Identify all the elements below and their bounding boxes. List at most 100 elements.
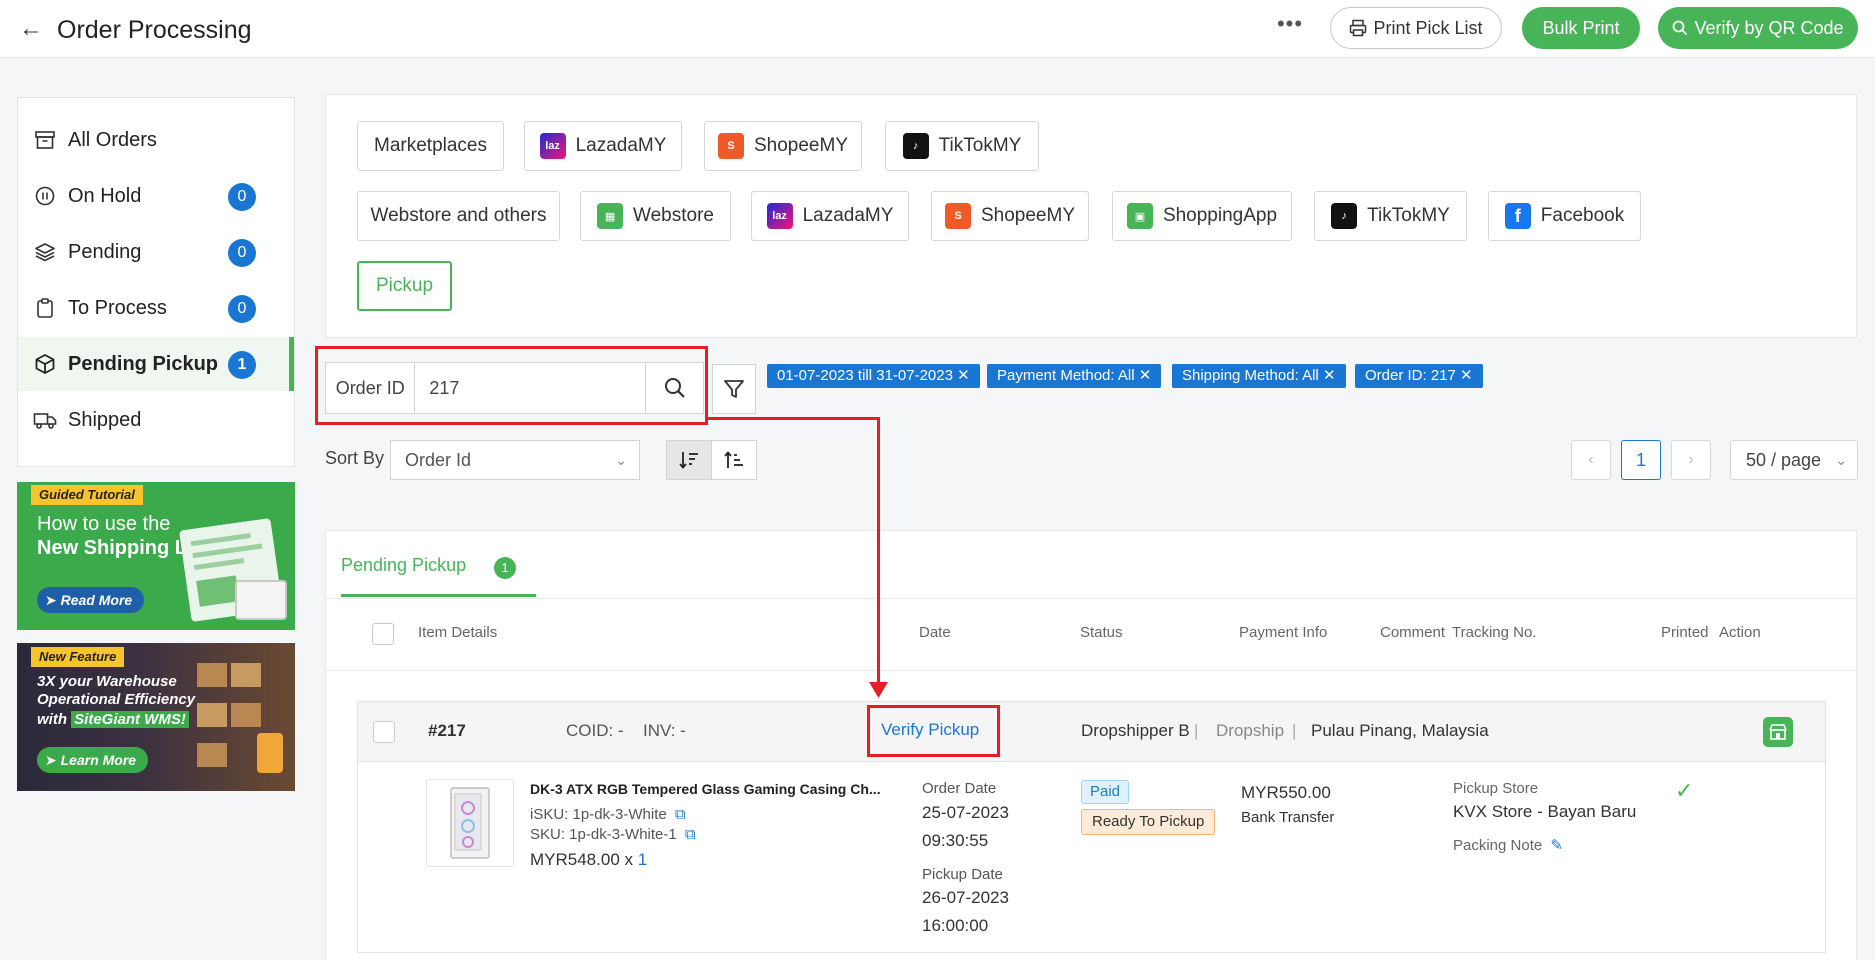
- select-all-checkbox[interactable]: [372, 623, 394, 645]
- shelf-illustration: [197, 653, 287, 783]
- filter-pill-order-id[interactable]: Order ID: 217 ✕: [1355, 364, 1483, 388]
- product-price: MYR548.00 x 1: [530, 850, 647, 870]
- product-name[interactable]: DK-3 ATX RGB Tempered Glass Gaming Casin…: [530, 781, 881, 797]
- column-header-date: Date: [919, 624, 951, 641]
- highlight-box-verify: [867, 705, 1000, 757]
- lazada-logo-icon: laz: [766, 203, 793, 229]
- sidebar-item-on-hold[interactable]: On Hold 0: [18, 169, 294, 223]
- order-date: 25-07-2023: [922, 803, 1009, 822]
- verify-qr-label: Verify by QR Code: [1694, 17, 1844, 38]
- feature-banner[interactable]: New Feature 3X your Warehouse Operationa…: [17, 643, 295, 791]
- column-header-status: Status: [1080, 624, 1123, 641]
- chip-shopee-webstore[interactable]: S ShopeeMY: [931, 191, 1089, 241]
- filter-pill-shipping[interactable]: Shipping Method: All ✕: [1172, 364, 1346, 388]
- product-quantity: 1: [637, 850, 648, 869]
- archive-icon: [32, 127, 58, 153]
- banner-tag: Guided Tutorial: [31, 485, 143, 505]
- close-icon[interactable]: ✕: [957, 367, 970, 384]
- chip-tiktok-webstore[interactable]: ♪ TikTokMY: [1314, 191, 1467, 241]
- sort-select-value: Order Id: [405, 450, 472, 470]
- sidebar-item-label: Shipped: [68, 408, 142, 431]
- sort-ascending-button[interactable]: [711, 440, 757, 480]
- more-options-icon[interactable]: •••: [1275, 12, 1305, 42]
- order-id[interactable]: #217: [428, 721, 466, 741]
- bulk-print-button[interactable]: Bulk Print: [1522, 7, 1640, 49]
- filter-button[interactable]: [712, 364, 756, 414]
- chip-shopping-app[interactable]: ▣ ShoppingApp: [1112, 191, 1292, 241]
- back-arrow-icon[interactable]: ←: [18, 16, 44, 42]
- sidebar-item-pending-pickup[interactable]: Pending Pickup 1: [18, 337, 294, 391]
- separator: |: [1194, 721, 1199, 740]
- order-checkbox[interactable]: [373, 721, 395, 743]
- sku-text: SKU: 1p-dk-3-White-1: [530, 826, 677, 843]
- column-header-comment: Comment: [1380, 624, 1446, 641]
- close-icon[interactable]: ✕: [1460, 367, 1473, 384]
- chip-label: TikTokMY: [1367, 205, 1450, 226]
- count-badge: 0: [228, 239, 256, 267]
- printed-check-icon: ✓: [1675, 778, 1694, 803]
- packing-note[interactable]: Packing Note ✎: [1453, 836, 1563, 854]
- chip-label: ShopeeMY: [980, 205, 1075, 226]
- sidebar-item-to-process[interactable]: To Process 0: [18, 281, 294, 335]
- chip-pickup[interactable]: Pickup: [357, 261, 452, 311]
- product-thumbnail[interactable]: [426, 779, 514, 867]
- top-header: ← Order Processing ••• Print Pick List B…: [0, 0, 1875, 58]
- next-page-button[interactable]: ›: [1671, 440, 1711, 480]
- product-isku: iSKU: 1p-dk-3-White ⧉: [530, 806, 686, 823]
- column-header-action: Action: [1719, 624, 1761, 641]
- search-icon: [1673, 20, 1688, 36]
- order-inv: INV: -: [643, 721, 686, 740]
- prev-page-button[interactable]: ‹: [1571, 440, 1611, 480]
- filter-pill-label: Payment Method: All: [997, 367, 1135, 384]
- close-icon[interactable]: ✕: [1139, 367, 1152, 384]
- per-page-value: 50 / page: [1746, 450, 1822, 470]
- order-time: 09:30:55: [922, 831, 989, 850]
- filter-pill-date[interactable]: 01-07-2023 till 31-07-2023 ✕: [767, 364, 980, 388]
- verify-qr-button[interactable]: Verify by QR Code: [1658, 7, 1858, 49]
- pc-case-image: [450, 787, 490, 859]
- chip-lazada-marketplace[interactable]: laz LazadaMY: [524, 121, 682, 171]
- chip-facebook[interactable]: f Facebook: [1488, 191, 1641, 241]
- count-badge: 0: [228, 183, 256, 211]
- tutorial-banner[interactable]: Guided Tutorial How to use the New Shipp…: [17, 482, 295, 630]
- clipboard-icon: [32, 295, 58, 321]
- tiktok-logo-icon: ♪: [1331, 203, 1358, 229]
- print-pick-list-button[interactable]: Print Pick List: [1330, 7, 1502, 49]
- store-icon[interactable]: [1763, 717, 1793, 747]
- column-header-item-details: Item Details: [418, 624, 498, 641]
- chip-label: LazadaMY: [802, 205, 894, 226]
- sidebar-item-all-orders[interactable]: All Orders: [18, 113, 294, 167]
- chip-webstore[interactable]: ▦ Webstore: [580, 191, 731, 241]
- filter-pill-label: Shipping Method: All: [1182, 367, 1319, 384]
- sort-ascending-icon: [724, 451, 743, 468]
- chip-webstore-and-others[interactable]: Webstore and others: [357, 191, 560, 241]
- sidebar-item-label: Pending Pickup: [68, 352, 219, 375]
- filter-pill-payment[interactable]: Payment Method: All ✕: [987, 364, 1162, 388]
- payment-amount: MYR550.00: [1241, 783, 1331, 802]
- order-coid: COID: -: [566, 721, 624, 740]
- chip-shopee-marketplace[interactable]: S ShopeeMY: [704, 121, 862, 171]
- sidebar-item-label: All Orders: [68, 128, 157, 151]
- sidebar-item-shipped[interactable]: Shipped: [18, 393, 294, 447]
- sort-select[interactable]: Order Id ⌄: [390, 440, 640, 480]
- status-badge-paid: Paid: [1081, 780, 1130, 804]
- learn-more-button[interactable]: ➤ Learn More: [37, 747, 149, 773]
- pickup-store: KVX Store - Bayan Baru: [1453, 802, 1637, 821]
- page-number-button[interactable]: 1: [1621, 440, 1661, 480]
- copy-icon[interactable]: ⧉: [675, 806, 686, 823]
- tab-pending-pickup[interactable]: Pending Pickup: [341, 555, 466, 576]
- status-badge-ready: Ready To Pickup: [1081, 809, 1216, 835]
- chip-marketplaces[interactable]: Marketplaces: [357, 121, 504, 171]
- per-page-select[interactable]: 50 / page ⌄: [1730, 440, 1858, 480]
- copy-icon[interactable]: ⧉: [685, 826, 696, 843]
- read-more-button[interactable]: ➤ Read More: [37, 587, 145, 613]
- edit-pencil-icon[interactable]: ✎: [1550, 837, 1563, 854]
- sidebar-item-pending[interactable]: Pending 0: [18, 225, 294, 279]
- close-icon[interactable]: ✕: [1323, 367, 1336, 384]
- chip-lazada-webstore[interactable]: laz LazadaMY: [751, 191, 909, 241]
- packing-note-label: Packing Note: [1453, 837, 1543, 854]
- chip-label: LazadaMY: [575, 135, 667, 156]
- pickup-date: 26-07-2023: [922, 888, 1009, 907]
- sort-descending-button[interactable]: [666, 440, 712, 480]
- chip-tiktok-marketplace[interactable]: ♪ TikTokMY: [885, 121, 1039, 171]
